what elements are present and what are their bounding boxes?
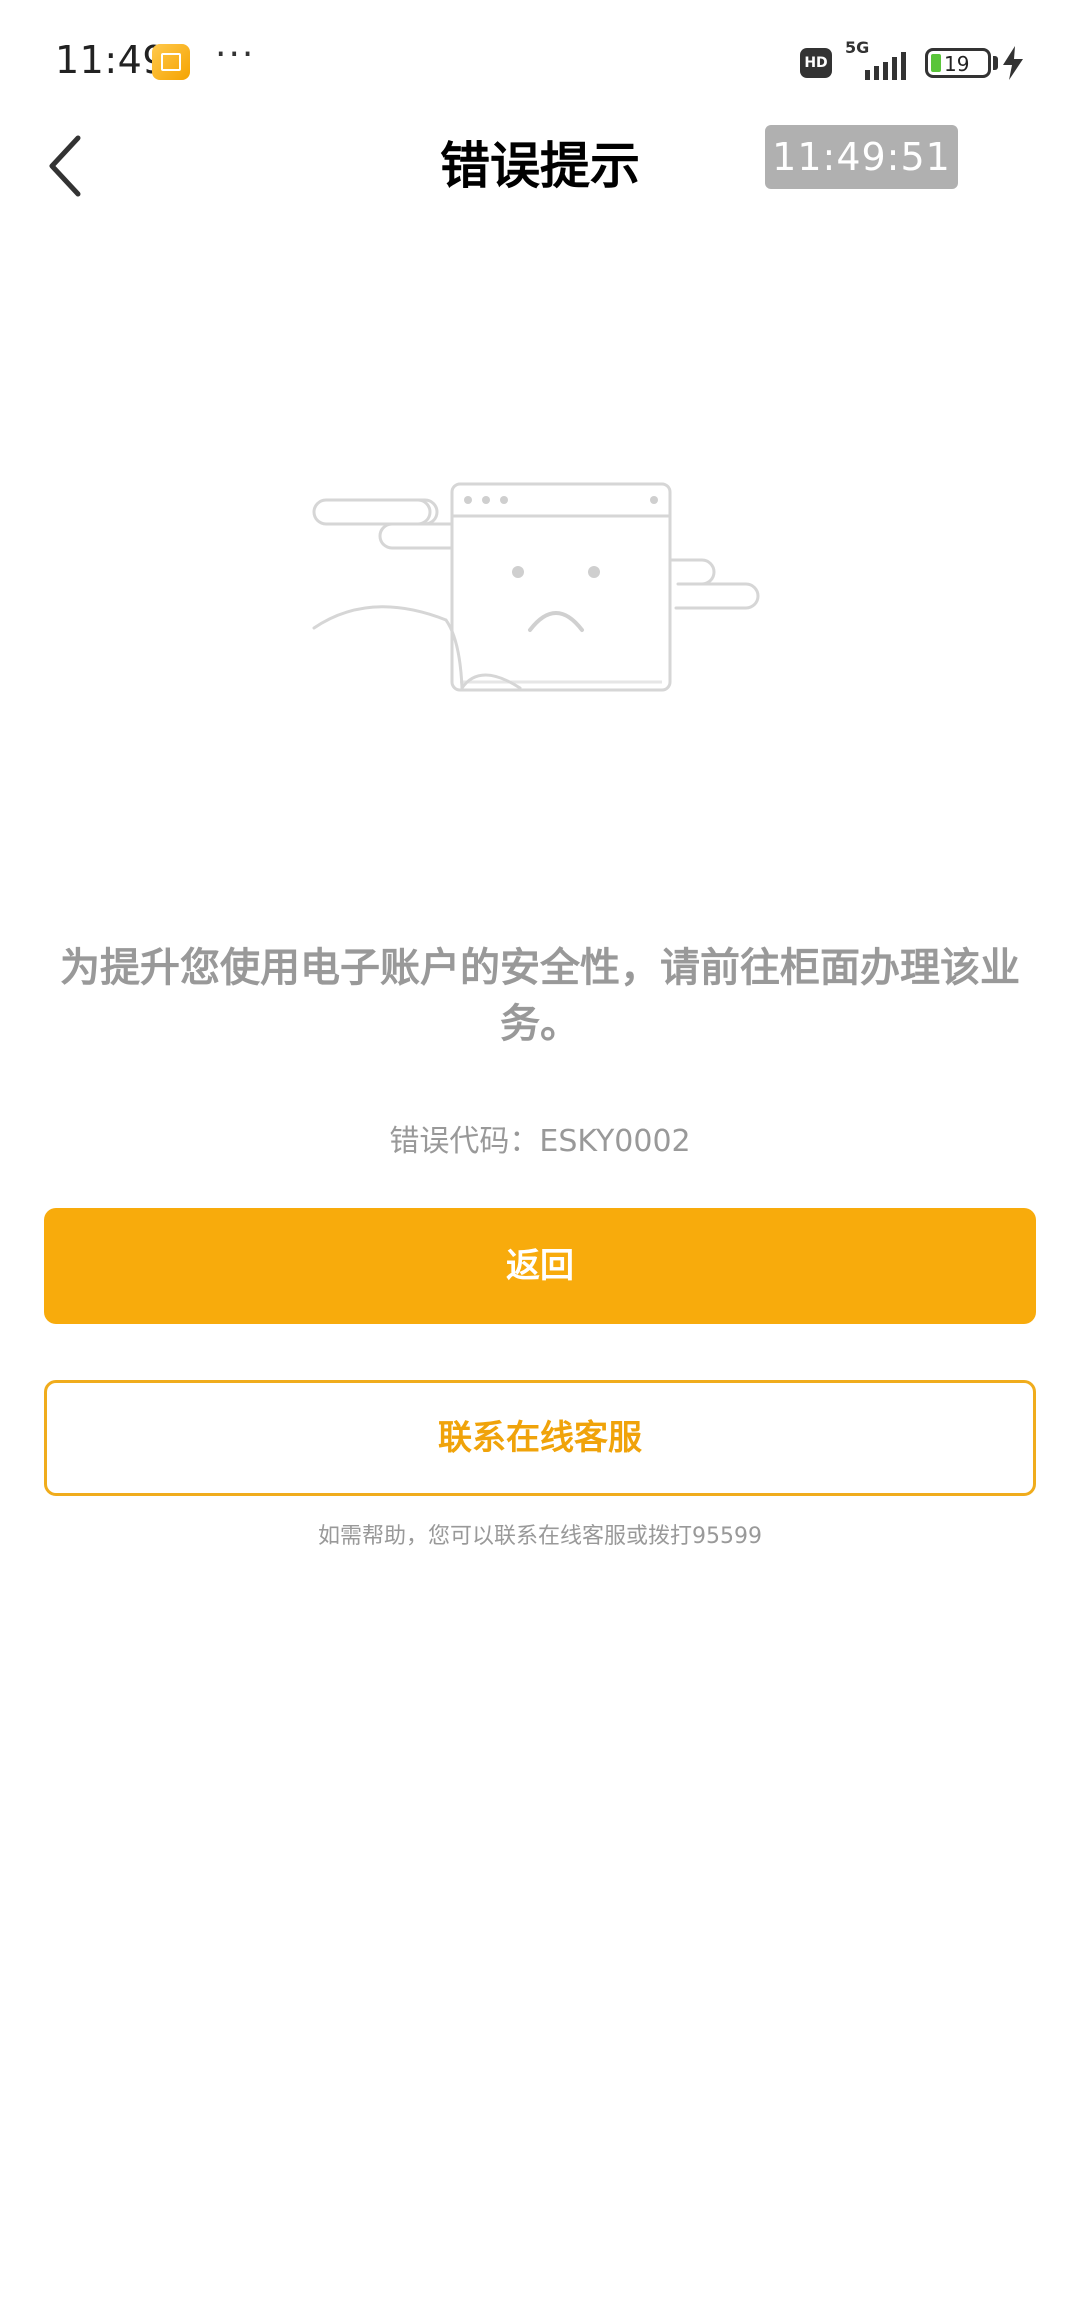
contact-support-button[interactable]: 联系在线客服 xyxy=(44,1380,1036,1496)
error-code: 错误代码：ESKY0002 xyxy=(389,1124,691,1159)
battery-level xyxy=(931,54,941,72)
status-bar: 11:49 ··· HD 5G 19 xyxy=(0,0,1080,120)
gallery-notification-icon xyxy=(152,44,190,80)
status-time: 11:49 xyxy=(55,38,168,82)
charging-bolt-icon xyxy=(1003,46,1023,80)
clock-badge: 11:49:51 xyxy=(765,125,958,189)
signal-icon: 5G xyxy=(845,38,911,82)
chevron-left-icon xyxy=(49,135,81,197)
more-notifications-icon: ··· xyxy=(215,34,256,75)
nav-bar: 错误提示 11:49:51 xyxy=(0,120,1080,260)
error-illustration-icon xyxy=(312,482,760,692)
back-button[interactable] xyxy=(40,128,110,204)
help-text: 如需帮助，您可以联系在线客服或拨打95599 xyxy=(318,1524,762,1549)
error-message: 为提升您使用电子账户的安全性，请前往柜面办理该业务。 xyxy=(60,945,1020,1047)
battery-tip xyxy=(993,56,998,70)
return-button[interactable]: 返回 xyxy=(44,1208,1036,1324)
page-title: 错误提示 xyxy=(440,137,640,195)
battery-icon: 19 xyxy=(925,48,991,78)
signal-bars-icon xyxy=(865,52,906,80)
battery-percent: 19 xyxy=(944,52,970,76)
hd-badge: HD xyxy=(800,48,832,78)
